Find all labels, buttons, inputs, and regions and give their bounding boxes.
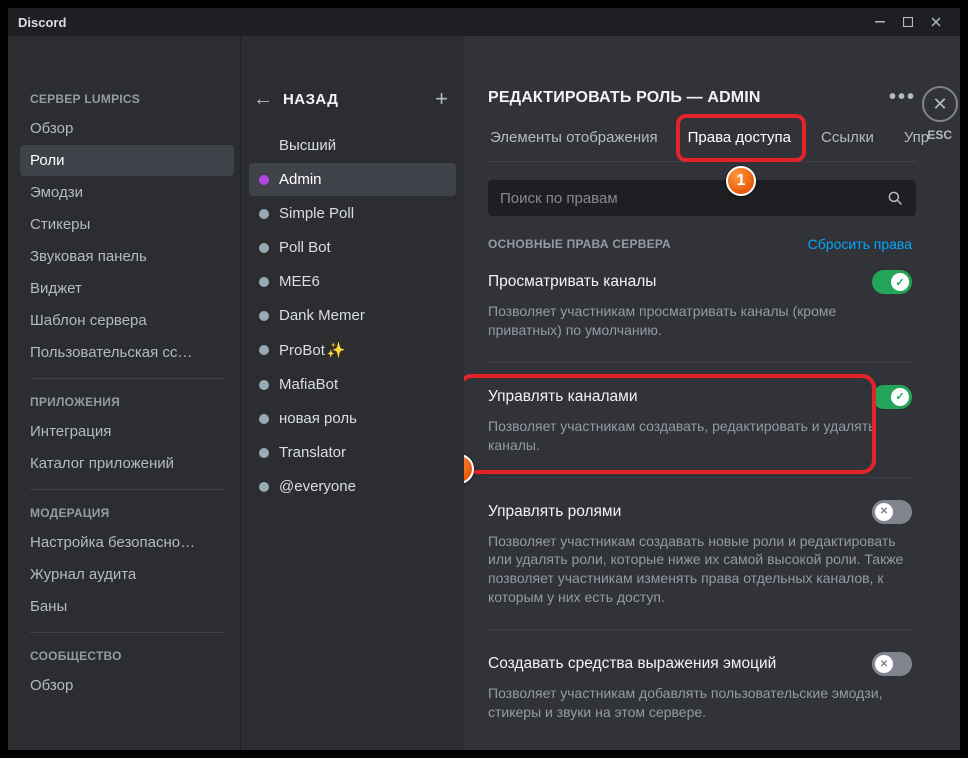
titlebar: Discord (8, 8, 960, 36)
role-color-dot (259, 380, 269, 390)
role-item[interactable]: MEE6 (249, 265, 456, 298)
role-color-dot (259, 209, 269, 219)
sidebar-item-soundboard[interactable]: Звуковая панель (20, 241, 234, 272)
role-item[interactable]: Poll Bot (249, 231, 456, 264)
permission-item: Просматривать каналы Позволяет участникам… (488, 270, 912, 363)
role-color-dot (259, 414, 269, 424)
role-label: Высший (279, 137, 336, 154)
role-color-dot (259, 141, 269, 151)
sidebar-item-integrations[interactable]: Интеграция (20, 416, 234, 447)
role-tabs: Элементы отображения Права доступа Ссылк… (488, 129, 916, 162)
permission-item: Управлять каналами Позволяет участникам с… (488, 385, 912, 478)
permission-title: Создавать средства выражения эмоций (488, 655, 776, 673)
permission-title: Просматривать каналы (488, 273, 656, 291)
role-label: Dank Memer (279, 307, 365, 324)
role-label: @everyone (279, 478, 356, 495)
back-label[interactable]: НАЗАД (283, 91, 338, 108)
permission-toggle[interactable] (872, 500, 912, 524)
tab-links[interactable]: Ссылки (819, 129, 876, 161)
permissions-search[interactable] (488, 180, 916, 216)
sidebar-divider (30, 632, 224, 633)
annotation-badge-2: 2 (464, 454, 474, 484)
reset-permissions-link[interactable]: Сбросить права (808, 236, 912, 252)
app-title: Discord (18, 15, 66, 30)
sidebar-item-overview[interactable]: Обзор (20, 113, 234, 144)
role-item[interactable]: Высший (249, 129, 456, 162)
permission-description: Позволяет участникам просматривать канал… (488, 302, 912, 340)
annotation-badge-1: 1 (726, 166, 756, 196)
role-label: Poll Bot (279, 239, 331, 256)
permission-description: Позволяет участникам добавлять пользоват… (488, 684, 912, 722)
role-label: новая роль (279, 410, 357, 427)
tab-permissions[interactable]: Права доступа (686, 129, 793, 162)
sidebar-item-community-overview[interactable]: Обзор (20, 670, 234, 701)
permission-title: Управлять ролями (488, 503, 621, 521)
permission-description: Позволяет участникам создавать новые рол… (488, 532, 912, 608)
permission-description: Позволяет участникам создавать, редактир… (488, 417, 912, 455)
sidebar-item-emoji[interactable]: Эмодзи (20, 177, 234, 208)
permission-item: Создавать средства выражения эмоций Позво… (488, 652, 912, 744)
role-color-dot (259, 311, 269, 321)
role-item[interactable]: Translator (249, 436, 456, 469)
add-role-button[interactable]: + (435, 86, 448, 112)
page-title: РЕДАКТИРОВАТЬ РОЛЬ — ADMIN (488, 89, 761, 107)
sidebar-item-stickers[interactable]: Стикеры (20, 209, 234, 240)
sidebar-item-app-directory[interactable]: Каталог приложений (20, 448, 234, 479)
sidebar-cat-community: СООБЩЕСТВО (20, 643, 234, 669)
permission-title: Управлять каналами (488, 388, 637, 406)
role-label: MafiaBot (279, 376, 338, 393)
role-item[interactable]: ProBot ✨ (249, 333, 456, 367)
role-color-dot (259, 277, 269, 287)
close-window-button[interactable] (922, 12, 950, 32)
role-edit-panel: ✕ ESC РЕДАКТИРОВАТЬ РОЛЬ — ADMIN ••• Эле… (464, 36, 960, 750)
maximize-button[interactable] (894, 12, 922, 32)
server-settings-sidebar: СЕРВЕР LUMPICS Обзор Роли Эмодзи Стикеры… (8, 36, 240, 750)
more-options-icon[interactable]: ••• (889, 86, 916, 109)
sidebar-item-roles[interactable]: Роли (20, 145, 234, 176)
sidebar-divider (30, 378, 224, 379)
server-name-header: СЕРВЕР LUMPICS (20, 86, 234, 112)
sidebar-item-audit-log[interactable]: Журнал аудита (20, 559, 234, 590)
sparkle-icon: ✨ (327, 341, 346, 359)
role-item[interactable]: @everyone (249, 470, 456, 503)
role-item[interactable]: MafiaBot (249, 368, 456, 401)
role-item[interactable]: Admin (249, 163, 456, 196)
role-color-dot (259, 175, 269, 185)
tab-manage[interactable]: Упр (902, 129, 931, 161)
role-color-dot (259, 482, 269, 492)
permission-toggle[interactable] (872, 652, 912, 676)
role-label: Translator (279, 444, 346, 461)
role-color-dot (259, 448, 269, 458)
permission-item: Управлять ролями Позволяет участникам соз… (488, 500, 912, 631)
role-item[interactable]: Dank Memer (249, 299, 456, 332)
sidebar-item-custom-link[interactable]: Пользовательская сс… (20, 337, 234, 368)
search-icon (886, 189, 904, 207)
role-label: MEE6 (279, 273, 320, 290)
role-color-dot (259, 243, 269, 253)
sidebar-item-safety[interactable]: Настройка безопасно… (20, 527, 234, 558)
permissions-category: ОСНОВНЫЕ ПРАВА СЕРВЕРА (488, 237, 671, 251)
close-settings-button[interactable]: ✕ (922, 86, 958, 122)
sidebar-item-bans[interactable]: Баны (20, 591, 234, 622)
back-arrow-icon[interactable]: ← (253, 88, 273, 111)
role-label: Admin (279, 171, 322, 188)
sidebar-item-widget[interactable]: Виджет (20, 273, 234, 304)
role-color-dot (259, 345, 269, 355)
sidebar-cat-apps: ПРИЛОЖЕНИЯ (20, 389, 234, 415)
tab-display[interactable]: Элементы отображения (488, 129, 660, 161)
role-item[interactable]: новая роль (249, 402, 456, 435)
roles-list-sidebar: ← НАЗАД + Высший Admin Simple Poll Poll Bot… (240, 36, 464, 750)
permission-toggle[interactable] (872, 385, 912, 409)
sidebar-cat-moderation: МОДЕРАЦИЯ (20, 500, 234, 526)
sidebar-item-template[interactable]: Шаблон сервера (20, 305, 234, 336)
role-label: Simple Poll (279, 205, 354, 222)
sidebar-divider (30, 489, 224, 490)
minimize-button[interactable] (866, 12, 894, 32)
search-input[interactable] (500, 190, 886, 207)
role-label: ProBot (279, 342, 325, 359)
role-item[interactable]: Simple Poll (249, 197, 456, 230)
permission-toggle[interactable] (872, 270, 912, 294)
